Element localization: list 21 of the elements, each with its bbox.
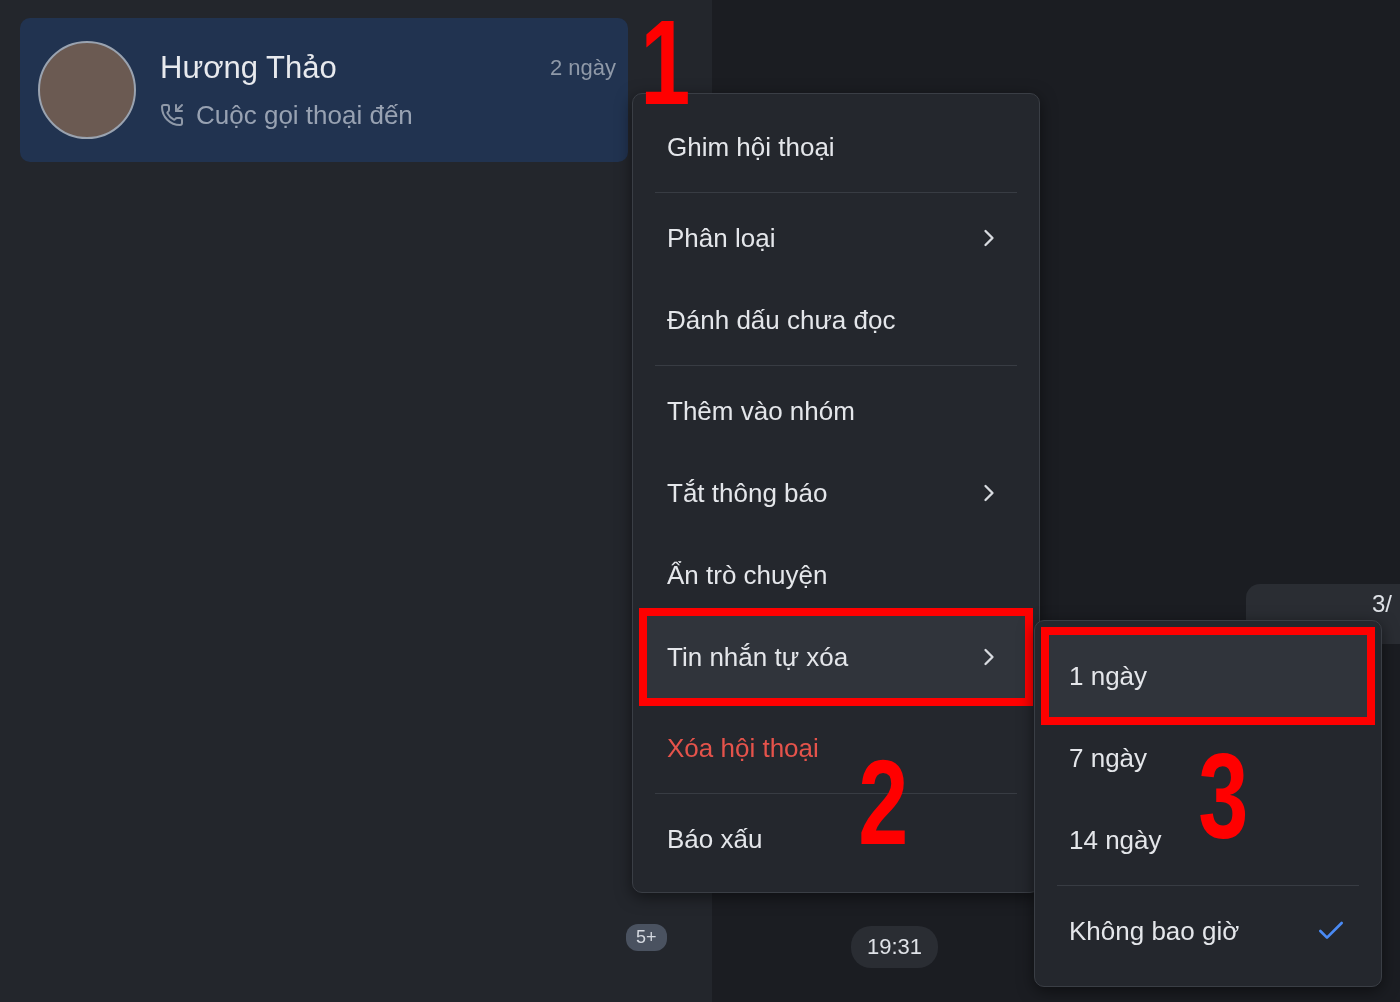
unread-badge: 5+ xyxy=(626,924,667,951)
menu-item[interactable]: Báo xấu xyxy=(667,823,763,855)
conversation-time: 2 ngày xyxy=(549,54,616,81)
timestamp: 19:31 xyxy=(851,926,939,968)
menu-item[interactable]: Thêm vào nhóm xyxy=(667,395,855,427)
menu-item[interactable]: Phân loại xyxy=(667,222,776,254)
step-number: 2 xyxy=(858,742,909,862)
step-number: 3 xyxy=(1198,736,1249,856)
incoming-call-icon xyxy=(160,103,184,127)
menu-item[interactable]: Ẩn trò chuyện xyxy=(667,559,828,591)
message-preview: Cuộc gọi thoại đến xyxy=(196,99,413,131)
menu-item[interactable]: Tắt thông báo xyxy=(667,477,828,509)
menu-item[interactable]: 14 ngày xyxy=(1069,824,1162,856)
contact-name: Hương Thảo xyxy=(160,49,337,86)
conversation-item[interactable]: Hương Thảo 2 ngày Cuộc gọi thoại đến xyxy=(20,18,628,162)
menu-item[interactable]: Không bao giờ xyxy=(1069,915,1240,947)
menu-item[interactable]: Ghim hội thoại xyxy=(667,131,835,163)
menu-item[interactable]: Đánh dấu chưa đọc xyxy=(667,304,896,336)
step-number: 1 xyxy=(640,2,691,122)
menu-item[interactable]: Xóa hội thoại xyxy=(667,732,819,764)
menu-item[interactable]: 7 ngày xyxy=(1069,742,1148,774)
